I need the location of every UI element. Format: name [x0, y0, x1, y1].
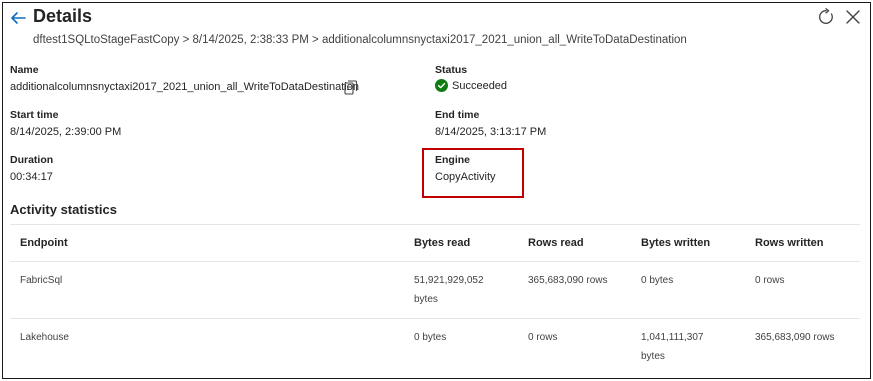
- status-value: Succeeded: [452, 80, 508, 92]
- column-header-endpoint[interactable]: Endpoint: [20, 237, 68, 249]
- bytes-written-cell: 1,041,111,307 bytes: [641, 328, 703, 366]
- end-time-label: End time: [435, 109, 480, 121]
- header-divider: [10, 261, 860, 262]
- rows-read-cell: 0 rows: [528, 332, 558, 343]
- activity-statistics-heading: Activity statistics: [10, 202, 117, 217]
- name-label: Name: [10, 64, 39, 76]
- duration-value: 00:34:17: [10, 171, 53, 183]
- copy-icon[interactable]: [344, 80, 358, 95]
- rows-written-cell: 0 rows: [755, 275, 785, 286]
- back-arrow-icon[interactable]: [9, 9, 27, 27]
- column-header-rows-written[interactable]: Rows written: [755, 237, 823, 249]
- bytes-read-cell: 0 bytes: [414, 332, 447, 343]
- engine-label: Engine: [435, 154, 471, 166]
- check-circle-icon: [435, 79, 448, 92]
- bytes-written-unit: bytes: [641, 351, 665, 362]
- bytes-read-unit: bytes: [414, 294, 438, 305]
- page-title: Details: [33, 6, 93, 26]
- endpoint-cell: FabricSql: [20, 275, 63, 286]
- bytes-read-cell: 51,921,929,052 bytes: [414, 271, 484, 309]
- column-header-bytes-written[interactable]: Bytes written: [641, 237, 710, 249]
- refresh-icon[interactable]: [817, 8, 835, 26]
- endpoint-cell: Lakehouse: [20, 332, 69, 343]
- row-divider: [10, 318, 860, 319]
- name-value: additionalcolumnsnyctaxi2017_2021_union_…: [10, 81, 359, 93]
- rows-written-cell: 365,683,090 rows: [755, 332, 835, 343]
- duration-label: Duration: [10, 154, 54, 166]
- start-time-label: Start time: [10, 109, 59, 121]
- breadcrumb: dftest1SQLtoStageFastCopy > 8/14/2025, 2…: [33, 34, 687, 46]
- column-header-rows-read[interactable]: Rows read: [528, 237, 584, 249]
- rows-read-cell: 365,683,090 rows: [528, 275, 608, 286]
- bytes-written-cell: 0 bytes: [641, 275, 674, 286]
- engine-value: CopyActivity: [435, 171, 496, 183]
- start-time-value: 8/14/2025, 2:39:00 PM: [10, 126, 122, 138]
- bytes-read-value: 51,921,929,052: [414, 275, 484, 286]
- bytes-written-value: 1,041,111,307: [641, 332, 704, 343]
- table-top-divider: [10, 224, 860, 225]
- status-label: Status: [435, 64, 468, 76]
- end-time-value: 8/14/2025, 3:13:17 PM: [435, 126, 547, 138]
- close-icon[interactable]: [845, 9, 861, 25]
- column-header-bytes-read[interactable]: Bytes read: [414, 237, 470, 249]
